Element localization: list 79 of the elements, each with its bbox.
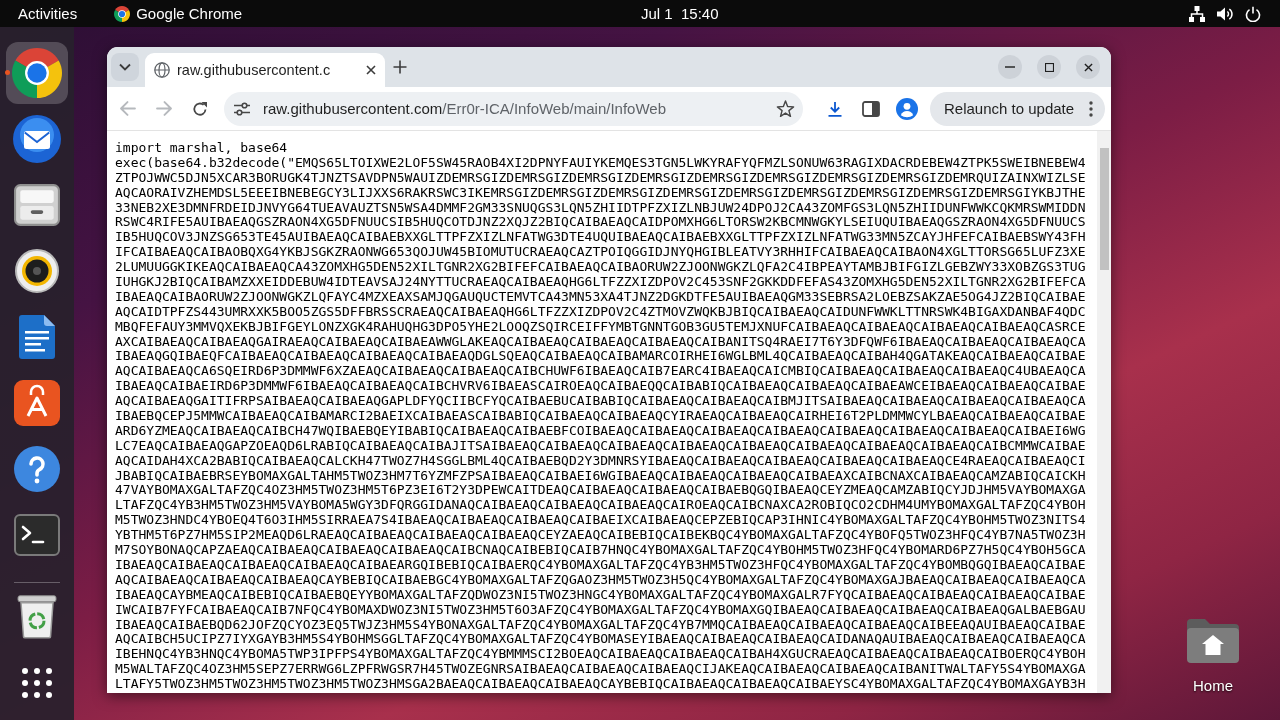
- browser-tab[interactable]: raw.githubusercontent.c: [145, 53, 385, 87]
- address-bar[interactable]: raw.githubusercontent.com/Err0r-ICA/InfoWeb/main/InfoWeb: [224, 91, 803, 126]
- code-line: 33NEB2XE3DMNFRDEIDJNVYG64TUEAVAUZTSN5WSA4DMMF2GM33SNUQGS3LQN5ZHIIDTPFZXIZLNBJUW24DPOJ2CA43ZOMFGS3LQN5ZHIIDUNFWWKCQKMRSWMIDDN: [115, 200, 1086, 216]
- code-line: IBAEAQCAIBAEBQD62JOFZQCYOZ3EQ5TWJZ3HM5S4YBONAXGALTAFZQC4YBOMAXGALTAFZQC4YB7MMQCAIBAEAQCAIBAEAQCAIBAEAQCAIBEEAQAUIBAEAQCAIBAE: [115, 617, 1086, 633]
- code-line: YBTHM5T6PZ7HM5SIP2MEAQD6LRAEAQCAIBAEAQCAIBAEAQCAIBAEAQCEYZAEAQCAIBEBIQCAIBEKBQC4YBOMAXGALTAFZQC4YBOFQ5TWOZ3HFQC4YB7NA5TWOZ3H: [115, 528, 1086, 544]
- code-line: IBAEAQGQIBAEQFCAIBAEAQCAIBAEAQCAIBAEAQCAIBAEAQDGLSQEAQCAIBAEAQCAIBAMARCOIRHEI6WGLBML4QCAIBAEAQCAIBAH4QGATAKEAQCAIBAEAQCAIBAE: [115, 349, 1086, 365]
- code-line: MBQFEFAUY3MMVQXEKBJBIFGEYLONZXGK4RAHUQHG3DPO5YHE2LOOQZSQIRCEIFFYMBTGNNTGOB3GU5TEMJXNUFCAIBAEAQCAIBAEAQCAIBAEAQCAIBAEAQCASRCE: [115, 319, 1086, 335]
- minimize-icon: [1005, 66, 1015, 68]
- files-icon[interactable]: [14, 184, 60, 226]
- terminal-icon[interactable]: [14, 514, 60, 556]
- code-line: AQCAIBCH5UCIPZ7IYXGAYB3HM5S4YBOHMSGGLTAFZQC4YBOMAXGALTAFZQC4YBOMASEYIBAEAQCAIBAEAQCAIBAEAQCAIDANAQAUIBAEAQCAIBAEAQCAIBAEAQCA: [115, 632, 1086, 648]
- code-line: IWCAIB7FYFCAIBAEAQCAIB7NFQC4YBOMAXDWOZ3NI5TWOZ3HM5T6O3AFZQC4YBOMAXGALTAFZQC4YBOMAXGQIBAEAQCAIBAEAQCAIBAEAQCAIBAEAQGALBAEBGAU: [115, 602, 1086, 618]
- app-grid-icon[interactable]: [22, 668, 52, 698]
- code-line: IUHGKJ2BIQCAIBAMZXXEIDDEBUW4IDTEAVSAJ24NYTTUCRAEAQCAIBAEAQHG6LTFZZXIZDPOV2C453SNF2GKKDDFEFAS43ZOMXHG5DEN52XILTGNR2XG2BIFEFCA: [115, 275, 1086, 290]
- tab-search-button[interactable]: [111, 53, 139, 81]
- scrollbar-thumb[interactable]: [1099, 148, 1109, 270]
- url-text: raw.githubusercontent.com/Err0r-ICA/InfoWeb/main/InfoWeb: [263, 100, 667, 117]
- code-line: AQCAIBAEAQGAITIFRPSAIBAEAQCAIBAEAQGAPLDFYQCIIBCFYQCAIBAEBUCAIBABIQCAIBAEAQCAIBAEAQCAIBMJITSAIBAEAQCAIBAEAQCAIBAEAQCAIBAEAQCA: [115, 394, 1086, 410]
- desktop-shortcut[interactable]: Home: [1179, 617, 1247, 694]
- code-line: AQCAIBAEAQCA6SQEIRD6P3DMMWF6XZAEAQCAIBAEAQCAIBAEAQCAIBCHUWF6IBAEAQCAIB7EARC4IBAEAQCAICMBIQCAIBAEAQCAIBAEAQCAIBAEAQC4UBAEAQCA: [115, 364, 1086, 380]
- code-line: IB5HUQCOV3JNZSG653TE45AUIBAEAQCAIBAEBXXGLTTPFZXIZLNFATWG3DTE4UQUIBAEAQCAIBAEBXXGLTTPFZXIZLNFATWG33MN5ZCAYJHFEFCAIBAEBSWY43FH: [115, 230, 1086, 246]
- code-line: LTAFZQC4YB3HM5TWOZ3HM5VAYBOMA5WGY3DFQRGGIDANAQCAIBAEAQCAIBAEAQCAIBAEAQCAIROEAQCAIBCNAXCA2ROBIQCO2CDHM4UMYBOMAXGALTAFZQC4YBOH: [115, 498, 1086, 514]
- code-line: AQCAIBAEAQCAIBAEAQCAIBAEAQCAYBEBIQCAIBAEBGC4YBOMAXGALTAFZQGAOZ3HM5TWOZ3H5QC4YBOMAXGALTAFZQC4YBOMAXGAJBAEAQCAIBAEAQCAIBAEAQCA: [115, 572, 1086, 588]
- plus-icon[interactable]: [393, 60, 407, 74]
- clock[interactable]: Jul 1 15:40: [631, 2, 729, 25]
- code-line: RSWC4RIFE5AUIBAEAQGSZRAON4XG5DFNUUCSIB5HUQCOTDJNZ2XQJZ2BIQCAIBAEAQCAIDPOMXHG6LTORSW2KBCMNWGKYLSEIUQUIBAEAQGSZRAON4XG5DFNUUCS: [115, 215, 1086, 231]
- sliders-icon[interactable]: [234, 101, 250, 116]
- code-line: AQCAORAIVZHEMDSL5EEEIBNEBEGCY3LIJXXS6RAKRSWC3IKEMRSGIZDEMRSGIZDEMRSGIZDEMRSGIZDEMRSGIZDEMRSGIZDEMRSGIZDEMRSGIZDEMRSGIYKBJTHE: [115, 185, 1086, 201]
- side-panel-icon[interactable]: [862, 100, 880, 117]
- code-line: 2LUMUUGGKIKEAQCAIBAEAQCA43ZOMXHG5DEN52XILTGNR2XG2BIFEFCAIBAEAQCAIBAORUW2ZJOONWGKZLQFA2C4IBPEAYTAMBJBIFGIZLGEBZWY33XOBZGS3TUG: [115, 260, 1086, 275]
- app-store-icon[interactable]: [14, 380, 60, 426]
- code-line: AQCAIDTPFZS443UMRXXK5BOO5ZGS5DFFBRSSCRAEAQCAIBAEAQHG6LTFZZXIZDPOV2C4ZTMOVZWQKBJBIQCAIBAEAQCAIDUNFWWKLTTNRSWK4BIGAXDANBAF4QDC: [115, 304, 1086, 320]
- power-icon[interactable]: [1245, 5, 1261, 22]
- app-menu[interactable]: Google Chrome: [104, 2, 253, 25]
- code-line: IBAEAQCAIBAEIRD6P3DMMWF6IBAEAQCAIBAEAQCAIBCHVRV6IBAEASCAIROEAQCAIBAEQQCAIBABIQCAIBAEAQCAIBAEAQCAIBAEAWCEIBAEAQCAIBAEAQCAIBAE: [115, 379, 1086, 395]
- volume-icon[interactable]: [1217, 6, 1233, 21]
- code-line: LC7EAQCAIBAEAQGAPZOEAQD6LRABIQCAIBAEAQCAIBAJITSAIBAEAQCAIBAEAQCAIBAEAQCAIBAEAQCAIBAEAQCAIBAEAQCAIBAEAQCAIBAEAQCAIBCMMWCAIBAE: [115, 438, 1086, 454]
- browser-icon[interactable]: [12, 48, 62, 98]
- mail-icon[interactable]: [13, 115, 61, 163]
- code-line: M5TWOZ3HNDC4YBOEQ4T6O3IHM5SIRRAEA7S4IBAEAQCAIBAEAQCAIBAEAQCAIBAEIXCAIBAEAQCEPZEBIQCAP3IHNIC4YBOMAXGALTAFZQC4YBOHM5TWOZ3NITS4: [115, 513, 1086, 529]
- code-line: ARD6YZMEAQCAIBAEAQCAIBCH47WQIBAEBQEYIBABIQCAIBAEAQCAIBAEBFCOIBAEAQCAIBAEAQCAIBAEAQCAIBAEAQCAIBAEAQCAIBAEAQCAIBAEAQCAIBAEI6WG: [115, 423, 1086, 439]
- close-icon: [1083, 62, 1093, 72]
- globe-icon: [154, 62, 170, 78]
- help-icon[interactable]: [14, 446, 60, 492]
- code-line: M7SOYBONAQCAPZAEAQCAIBAEAQCAIBAEAQCAIBAEAQCAIBCNAQCAIBEBIQCAIB7HNQC4YBOMAXGALTAFZQC4YBOHM5TWOZ3HFQC4YBOMARD6PZ7H5QC4YBOH5GCA: [115, 543, 1086, 558]
- caret-down-icon: [119, 63, 131, 71]
- home-folder-icon: [1185, 617, 1241, 665]
- speaker-icon[interactable]: [15, 249, 59, 293]
- maximize-button[interactable]: [1037, 55, 1061, 79]
- maximize-icon: [1044, 62, 1054, 72]
- code-line: IBAEAQCAIBAEAQCAIBAEAQCAIBAEAQCAIBAEARGQIBEBIQCAIBAERQC4YBOMAXGALTAFZQC4YB3HM5TWOZ3HFQC4YBOMAXGALTAFZQC4YBOMBQGQIBAEAQCAIBAE: [115, 557, 1086, 573]
- download-icon[interactable]: [827, 100, 843, 117]
- code-line: JBABIQCAIBAEBRSEYBOMAXGALTAHM5TWOZ3HM7T6YZMFZPSAIBAEAQCAIBAEI6WGIBAEAQCAIBAEAQCAIBAEAQCAIBAEAXCAIBCNAXCAIBAEAQCAMZABIQCAICKH: [115, 468, 1086, 484]
- code-line: AQCAIDAH4XCA2BABIQCAIBAEAQCALCKH47TWOZ7H4SGGLBML4QCAIBAEBQD2Y3DMNRSYIBAEAQCAIBAEAQCAIBAEAQCAIBAEAQCAIBAEAQCE4RAEAQCAIBAEAQCI: [115, 453, 1086, 469]
- person-icon[interactable]: [896, 97, 918, 120]
- code-line: IFCAIBAEAQCAIBAOBQXG4YKBJSGKZRAONWG653QOJUW45BIOMUTUCRAEAQCAZTPOIQGGIDJNYQHGIBLEATVY3RHHIFCAIBAEAQCAIBAON4XGLTTORSG65LUFZ3XE: [115, 245, 1086, 261]
- close-icon[interactable]: [366, 65, 376, 75]
- network-icon[interactable]: [1189, 5, 1205, 22]
- code-line: IBAEAQCAIBAORUW2ZJOONWGKZLQFAYC4MZXEAXSAMJQGAUQUCTEMVTCA43MN53XA4TJNZ2DGKDTFE5AUIBAEAQGM33SEBRSA2LOEBZSAKZAE5OG4JZ2BIQCAIBAE: [115, 289, 1086, 305]
- code-line: M5WALTAFZQC4OZ3HM5SEPZ7ERRWG6LZPFRWGSR7H45TWOZEGNRSAIBAEAQCAIBAEAQCAIBAEAQCIJAKEAQCAIBAEAQCAIBAEAQCAIBANITWALTAFY5S4YBOMAXGA: [115, 662, 1086, 678]
- more-vertical-icon: [1089, 100, 1093, 117]
- code-line: ZTPOJWWC5DJN5XCAR3BORUGK4TJNZTSAVDPN5WAUIZDEMRSGIZDEMRSGIZDEMRSGIZDEMRSGIZDEMRSGIZDEMRSGIZDEMRSGIZDEMRSGIZDEMRQUIZAINXWIZLSE: [115, 170, 1086, 186]
- code-line: import marshal, base64: [115, 141, 288, 156]
- browser-icon: [114, 5, 131, 22]
- code-line: IBEHNQC4YB3HNQC4YBOMA5TWP3IPFPS4YBOMAXGALTAFZQC4YBMMMSCI2BOEAQCAIBAEAQCAIBAEAQCAIBAH4XGUCRAEAQCAIBAEAQCAIBAEAQCAIBOERQC4YBOH: [115, 647, 1086, 663]
- close-button[interactable]: [1076, 55, 1100, 79]
- code-line: exec(base64.b32decode("EMQS65LTOIXWE2LOF5SW45RAOB4XI2DPNYFAUIYKEMQES3TGN5LWKYRAFYQFMZLSONUW63RAGIXDACRDEBEW4ZTPK5SWEIBNEBEW4: [115, 155, 1086, 171]
- code-line: IBAEBQCEPJ5MMWCAIBAEAQCAIBAMARCI2BAEIXCAIBAEASCAIBABIQCAIBAEAQCAIBAEAQCYIRAEAQCAIBAEAQCAIRHEI6T2PLDMMWCYLBAEAQCAIBAEAQCAIBAE: [115, 409, 1086, 424]
- code-line: AXCAIBAEAQCAIBAEAQGAIRAEAQCAIBAEAQCAIBAEAWWGLAKEAQCAIBAEAQCAIBAEAQCAIBAEAQCAIBANITSQ4RAEI7T6Y3DFQWF6IBAEAQCAIBAEAQCAIBAEAQCA: [115, 334, 1086, 350]
- reload-icon[interactable]: [192, 100, 208, 117]
- relaunch-button[interactable]: Relaunch to update: [930, 91, 1105, 126]
- code-line: 47VAYBOMAXGALTAFZQC4OZ3HM5TWOZ3HM5T6PZ3EI6T2Y3DPEWCAITDEAQCAIBAEAQCAIBAEAQCAIBAEBQGQIBAEAQCEYZMEAQCAMZABIQCYJDJHM5VAYBOMAXGA: [115, 483, 1086, 499]
- trash-icon[interactable]: [17, 595, 57, 639]
- document-icon[interactable]: [18, 314, 56, 360]
- star-icon[interactable]: [776, 99, 795, 118]
- code-line: IBAEAQCAYBMEAQCAIBEBIQCAIBAEBQEYYBOMAXGALTAFZQDWOZ3NI5TWOZ3HNGC4YBOMAXGALTAFZQC4YBOMAXGALR7FYQCAIBAEAQCAIBAEAQCAIBAEAQCAIBAE: [115, 587, 1086, 603]
- code-line: LTAFY5TWOZ3HM5TWOZ3HM5TWOZ3HM5TWOZ3HMSGA2BAEAQCAIBAEAQCAIBAEAQCAYBEBIQCAIBAEAQCAIBAEAQCAIBAEYSC4YBOMAXGALTAFZQC4YBOMAXGAYB3H: [115, 677, 1086, 692]
- minimize-button[interactable]: [998, 55, 1022, 79]
- activities-button[interactable]: Activities: [8, 2, 88, 25]
